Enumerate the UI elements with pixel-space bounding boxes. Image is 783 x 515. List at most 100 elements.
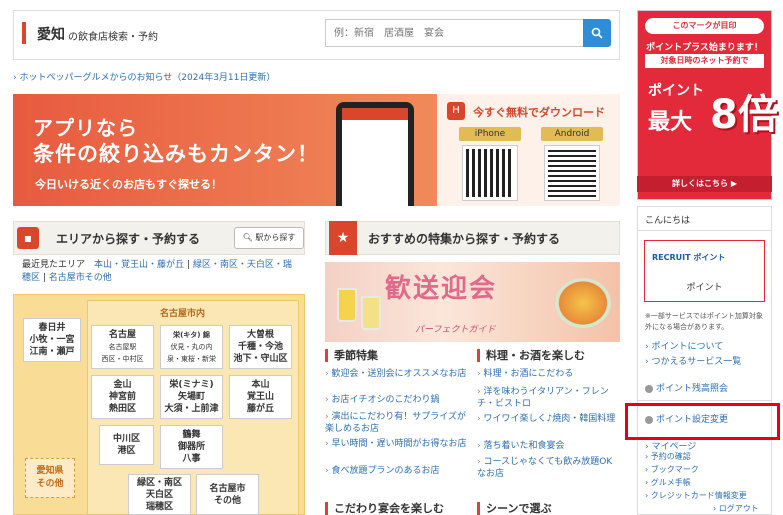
sidebar-link-label: グルメ手帳 [650, 478, 691, 487]
point-balance-label: ポイント残高照会 [656, 384, 729, 394]
feature-link[interactable]: 洋を味わうイタリアン・フレンチ・ビストロ [477, 386, 620, 410]
area-meieki[interactable]: 名古屋 名古屋駅 西区・中村区 [91, 325, 154, 369]
app-banner-line2: 条件の絞り込みもカンタン！ [33, 142, 319, 166]
sidebar-link[interactable]: › ポイントについて [645, 340, 723, 354]
app-icon: H [447, 102, 465, 120]
area-nakagawa[interactable]: 中川区 港区 [99, 425, 154, 465]
area-name: 中川区 [112, 434, 140, 444]
area-icon: ▪ [17, 227, 39, 249]
area-name: 天白区 [145, 489, 173, 500]
feature-link[interactable]: 落ち着いた和食宴会 [477, 440, 620, 454]
iphone-qr-code[interactable] [462, 145, 518, 201]
app-banner[interactable]: アプリなら 条件の絞り込みもカンタン！ 今日いける近くのお店もすぐ探せる！ H … [13, 94, 620, 206]
sidebar-link-label: つかえるサービス一覧 [651, 357, 742, 367]
android-qr-code[interactable] [544, 145, 600, 201]
area-sakae-minami[interactable]: 栄(ミナミ) 矢場町 大須・上前津 [160, 375, 223, 419]
area-name: 栄(ミナミ) [169, 380, 214, 390]
area-name: 名古屋駅 [108, 343, 137, 351]
area-sakae-fushimi[interactable]: 栄(キタ) 錦 伏見・丸の内 泉・東桜・新栄 [160, 325, 223, 369]
area-name: 矢場町 [177, 392, 205, 402]
area-name: 池下・守山区 [233, 354, 288, 364]
circle-icon [645, 384, 653, 393]
area-name: 藤が丘 [246, 404, 274, 414]
area-tsurumai[interactable]: 鶴舞 御器所 八事 [160, 425, 223, 469]
feature-link[interactable]: ワイワイ楽しく♪焼肉・韓国料理 [477, 413, 620, 437]
station-search-label: 駅から探す [255, 233, 296, 242]
area-name: 神宮前 [108, 392, 136, 402]
greeting: こんにちは [645, 216, 691, 226]
sidebar-link[interactable]: › 予約の確認 [645, 450, 747, 463]
star-icon: ★ [329, 221, 357, 255]
food-drink-links: 料理・お酒にこだわる 洋を味わうイタリアン・フレンチ・ビストロ ワイワイ楽しく♪… [477, 368, 620, 480]
feature-link[interactable]: コースじゃなくても飲み放題OKなお店 [477, 456, 620, 480]
beer-glass-image [361, 296, 381, 330]
sidebar-link[interactable]: › クレジットカード情報変更 [645, 489, 747, 502]
area-pref-other[interactable]: 愛知県 その他 [25, 458, 75, 498]
feature-link[interactable]: 料理・お酒にこだわる [477, 368, 620, 384]
sidebar-link[interactable]: › つかえるサービス一覧 [645, 355, 741, 369]
feature-link[interactable]: 食べ放題プランのあるお店 [325, 465, 470, 479]
logout-label: ログアウト [718, 504, 759, 513]
seasonal-heading: 季節特集 [325, 349, 378, 362]
station-search-button[interactable]: 🔍︎ 駅から探す [234, 227, 304, 249]
area-kanayama[interactable]: 金山 神宮前 熱田区 [91, 375, 154, 419]
feature-banner-subtitle: パーフェクトガイド [415, 325, 496, 335]
area-motoyama[interactable]: 本山 覚王山 藤が丘 [229, 375, 292, 419]
feature-link[interactable]: 歓迎会・送別会にオススメなお店 [325, 368, 470, 392]
sidebar-link-label: ポイントについて [651, 342, 724, 352]
notice-link[interactable]: › ホットペッパーグルメからのお知らせ（2024年3月11日更新） [13, 70, 275, 83]
feature-link[interactable]: お店イチオシのこだわり鍋 [325, 394, 470, 410]
ad-max-text: 最大 [648, 110, 693, 135]
phone-screen [342, 108, 408, 206]
area-midori[interactable]: 緑区・南区 天白区 瑞穂区 [128, 474, 191, 515]
sidebar-link[interactable]: › ブックマーク [645, 463, 747, 476]
feature-link[interactable]: 早い時間・遅い時間がお得なお店 [325, 438, 470, 462]
sidebar-link-label: クレジットカード情報変更 [650, 491, 747, 500]
point-label: ポイント [686, 283, 723, 293]
area-kasugai[interactable]: 春日井 小牧・一宮 江南・瀬戸 [23, 318, 81, 362]
mypage-links: › 予約の確認 › ブックマーク › グルメ手帳 › クレジットカード情報変更 [645, 450, 747, 502]
beer-glass-image [337, 288, 357, 322]
area-name: 春日井 [38, 323, 66, 333]
area-ozone[interactable]: 大曽根 千種・今池 池下・守山区 [229, 325, 292, 369]
feature-section-title: おすすめの特集から探す・予約する [368, 232, 561, 246]
area-name: 名古屋 [108, 330, 136, 340]
recent-link[interactable]: 本山・覚王山・藤が丘 [94, 260, 184, 270]
sidebar-link[interactable]: › グルメ手帳 [645, 476, 747, 489]
area-name: 千種・今池 [237, 342, 283, 352]
ad-mark-label: このマークが目印 [645, 18, 764, 34]
recruit-logo: RECRUIT ポイント [652, 253, 726, 262]
area-name: 瑞穂区 [145, 501, 173, 512]
feature-link[interactable]: 演出にこだわり有！サプライズが楽しめるお店 [325, 411, 470, 435]
recent-link[interactable]: 名古屋市その他 [49, 273, 112, 283]
area-name: 栄(キタ) 錦 [173, 331, 210, 339]
food-drink-heading: 料理・お酒を楽しむ [477, 349, 585, 362]
nagoya-label: 名古屋市内 [160, 309, 206, 319]
download-text: 今すぐ無料でダウンロード [473, 106, 605, 119]
ad-point-text: ポイント [648, 83, 704, 99]
android-label: Android [541, 127, 603, 141]
point-balance-link[interactable]: ポイント残高照会 [645, 382, 728, 396]
area-name: 鶴舞 [182, 430, 201, 440]
ad-more-link[interactable]: 詳しくはこちら ▶ [637, 176, 772, 192]
notice-text: ホットペッパーグルメからのお知らせ（2024年3月11日更新） [19, 73, 276, 83]
seasonal-links: 歓迎会・送別会にオススメなお店 お店イチオシのこだわり鍋 演出にこだわり有！サプ… [325, 368, 470, 479]
area-name: 御器所 [177, 442, 205, 452]
feature-banner-title: 歓送迎会 [385, 274, 498, 304]
area-name: 名古屋市 [209, 483, 246, 494]
party-heading: こだわり宴会を楽しむ [325, 502, 444, 515]
point-note: ※一部サービスではポイント加算対象外になる場合があります。 [645, 312, 763, 331]
area-name: 愛知県 [36, 466, 64, 476]
search-icon [591, 27, 603, 39]
area-name: 小牧・一宮 [29, 335, 75, 345]
ad-multiplier: 8倍 [710, 92, 778, 138]
divider [637, 230, 772, 231]
area-nagoya-other[interactable]: 名古屋市 その他 [196, 474, 259, 515]
search-input[interactable] [325, 19, 584, 47]
logout-link[interactable]: › ログアウト [713, 503, 759, 514]
search-button[interactable] [583, 19, 611, 47]
recent-areas: 最近見たエリア 本山・覚王山・藤が丘 | 緑区・南区・天白区・瑞穂区 | 名古屋… [22, 260, 292, 283]
area-name: その他 [213, 495, 241, 506]
search-icon: 🔍︎ [242, 233, 253, 242]
area-name: 港区 [117, 446, 136, 456]
